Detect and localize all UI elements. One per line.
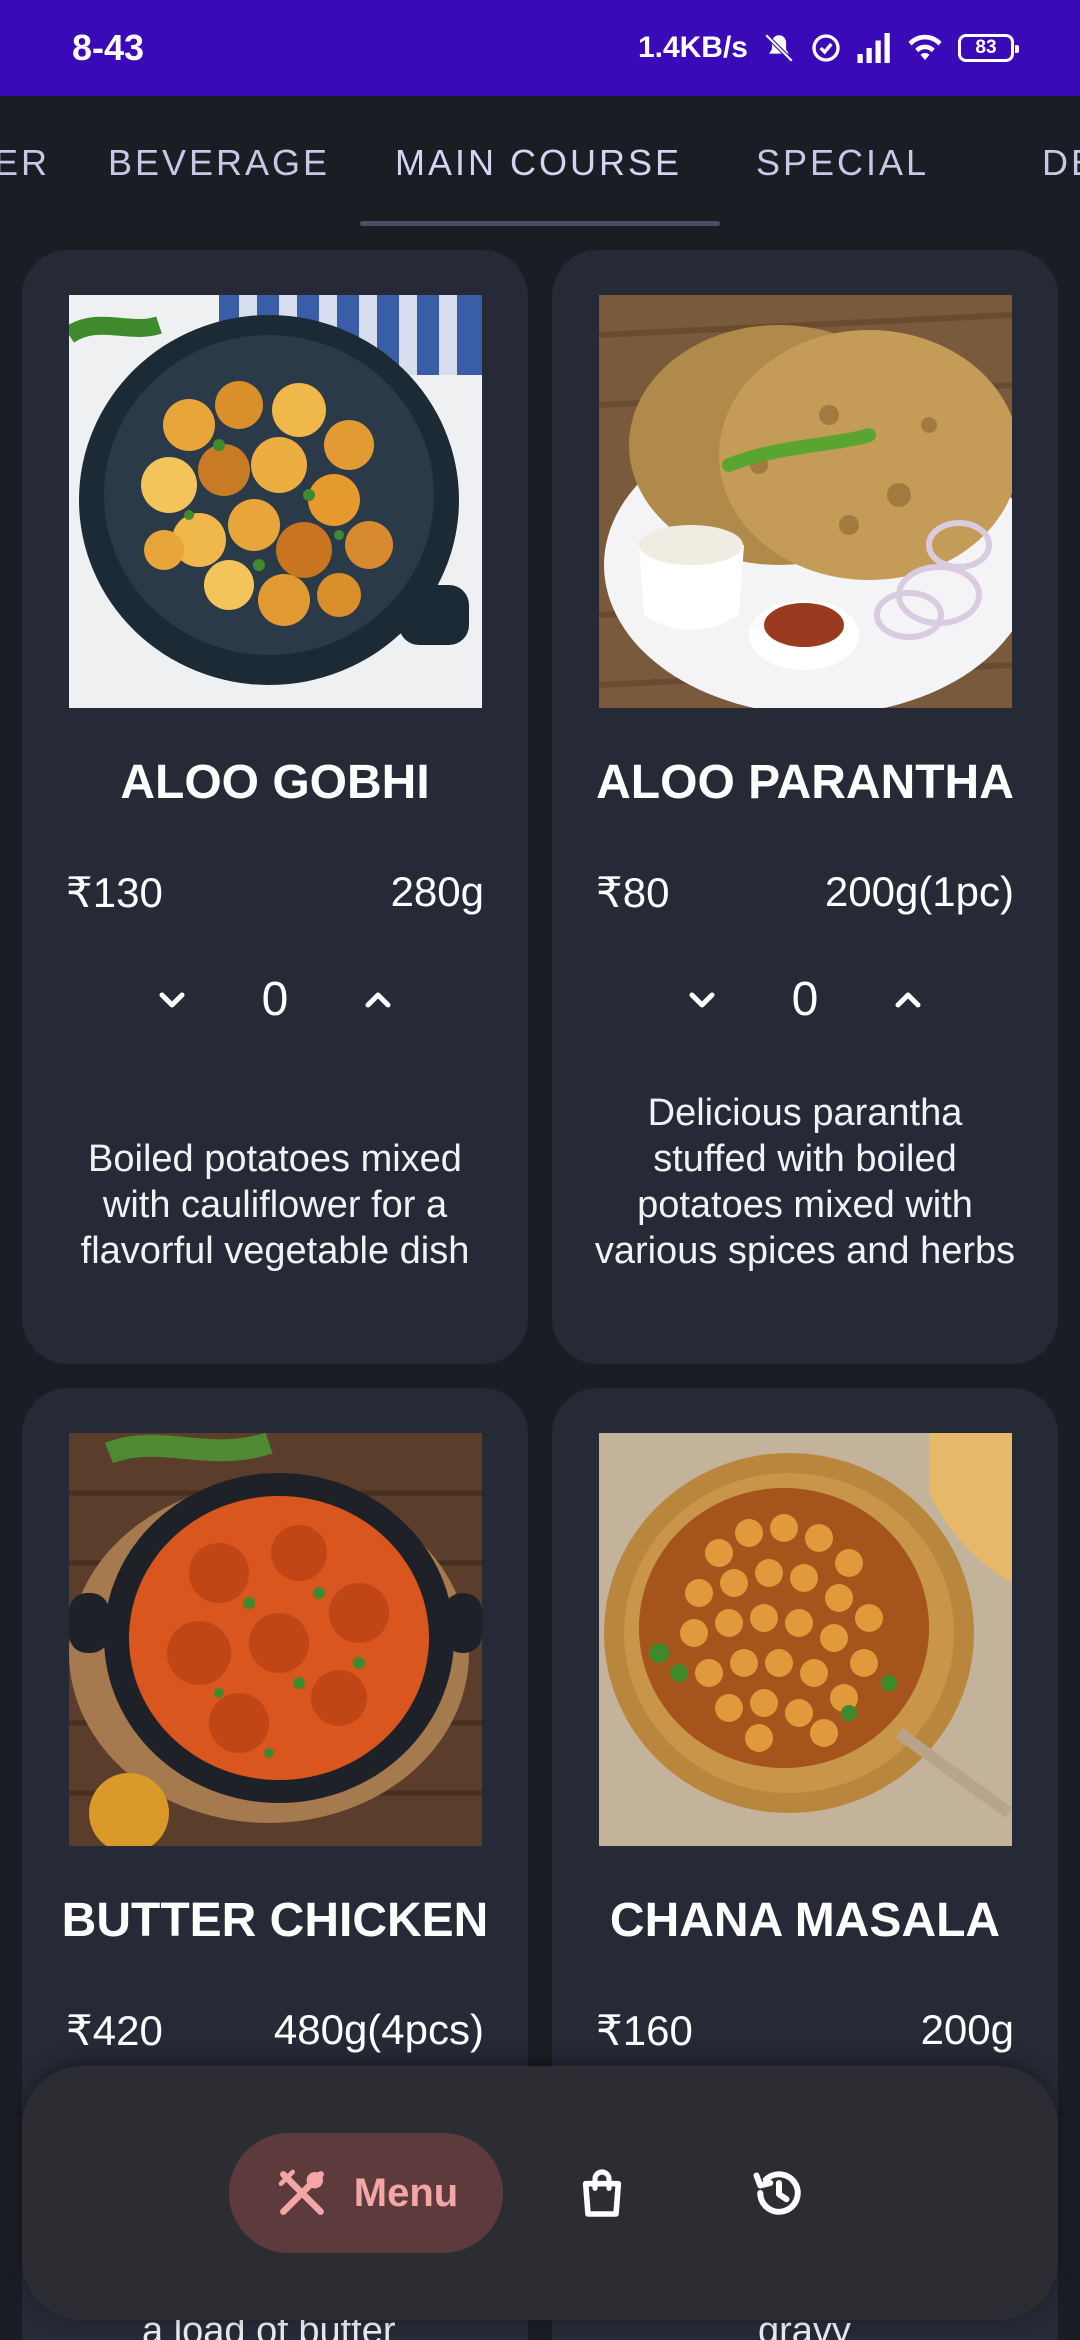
item-price: ₹420 <box>66 2007 163 2054</box>
active-tab-indicator <box>360 221 720 226</box>
history-icon <box>753 2171 801 2215</box>
decrease-quantity-button[interactable] <box>677 975 727 1025</box>
signal-icon <box>856 33 892 63</box>
quantity-stepper: 0 <box>22 972 528 1027</box>
quantity-value: 0 <box>791 973 819 1026</box>
item-name: ALOO GOBHI <box>120 756 430 809</box>
aloo-parantha-image <box>599 295 1012 708</box>
bottom-navigation: Menu <box>22 2066 1058 2320</box>
nav-menu-button[interactable]: Menu <box>229 2133 503 2253</box>
mute-icon <box>762 31 796 65</box>
tab-main-course[interactable]: MAIN COURSE <box>395 142 682 184</box>
item-name: BUTTER CHICKEN <box>61 1894 489 1947</box>
shopping-bag-icon <box>582 2169 622 2217</box>
tab-special[interactable]: SPECIAL <box>756 142 929 184</box>
nav-history-button[interactable] <box>744 2158 814 2228</box>
nav-cart-button[interactable] <box>567 2158 637 2228</box>
item-weight: 200g <box>920 2006 1014 2053</box>
item-description: Boiled potatoes mixed with cauliflower f… <box>80 1138 470 1272</box>
menu-item-card[interactable]: ALOO GOBHI ₹130 280g 0 Boiled potatoes m… <box>22 250 528 1364</box>
item-name: ALOO PARANTHA <box>596 756 1014 809</box>
aloo-gobhi-image <box>69 295 482 708</box>
wifi-icon <box>906 33 944 63</box>
tab-dessert[interactable]: DES <box>1042 142 1080 184</box>
battery-icon: 83 <box>958 34 1019 62</box>
status-bar: 8-43 1.4KB/s 83 <box>0 0 1080 96</box>
quantity-value: 0 <box>261 973 289 1026</box>
vpn-icon <box>810 32 842 64</box>
chevron-up-icon <box>895 992 921 1007</box>
nav-menu-label: Menu <box>353 2170 459 2215</box>
quantity-stepper: 0 <box>552 972 1058 1027</box>
item-price: ₹130 <box>66 869 163 916</box>
category-tabs: ER BEVERAGE MAIN COURSE SPECIAL DES <box>0 96 1080 230</box>
item-weight: 200g(1pc) <box>824 868 1014 915</box>
item-weight: 480g(4pcs) <box>273 2006 484 2053</box>
increase-quantity-button[interactable] <box>353 975 403 1025</box>
item-name: CHANA MASALA <box>609 1894 1001 1947</box>
chevron-down-icon <box>159 992 185 1007</box>
item-description: Delicious parantha stuffed with boiled p… <box>594 1092 1016 1272</box>
chevron-down-icon <box>689 992 715 1007</box>
network-speed: 1.4KB/s <box>637 31 748 64</box>
menu-item-card[interactable]: ALOO PARANTHA ₹80 200g(1pc) 0 Delicious … <box>552 250 1058 1364</box>
item-price: ₹160 <box>596 2007 693 2054</box>
tab-starter[interactable]: ER <box>0 142 50 184</box>
chevron-up-icon <box>365 992 391 1007</box>
fork-spoon-icon <box>278 2169 324 2215</box>
item-weight: 280g <box>390 868 484 915</box>
butter-chicken-image <box>69 1433 482 1846</box>
item-price: ₹80 <box>596 869 670 916</box>
tab-beverage[interactable]: BEVERAGE <box>108 142 330 184</box>
status-icons: 1.4KB/s 83 <box>637 31 1019 65</box>
status-time: 8-43 <box>72 27 145 68</box>
chana-masala-image <box>599 1433 1012 1846</box>
decrease-quantity-button[interactable] <box>147 975 197 1025</box>
increase-quantity-button[interactable] <box>883 975 933 1025</box>
